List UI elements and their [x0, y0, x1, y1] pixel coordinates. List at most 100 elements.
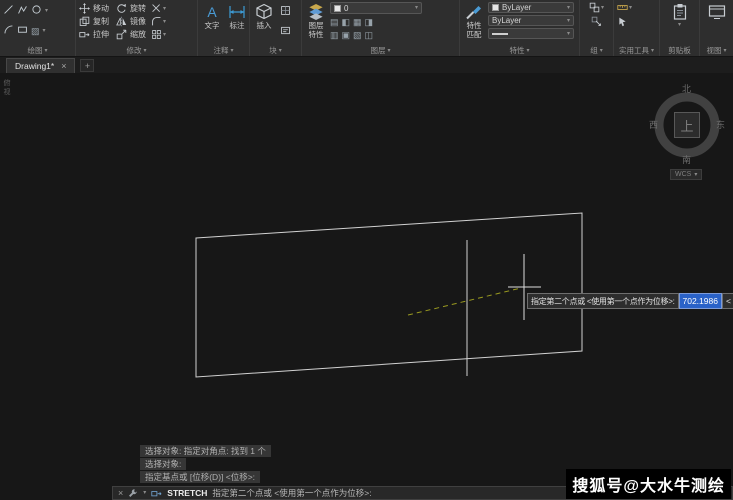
- dynamic-input-tooltip: 指定第二个点或 <使用第一个点作为位移>: 702.1986 < 12: [527, 293, 733, 309]
- panel-label-block[interactable]: 块 ▾: [250, 45, 301, 56]
- circle-button[interactable]: [31, 2, 42, 20]
- command-line-prompt[interactable]: 指定第二个点或 <使用第一个点作为位移>:: [212, 487, 371, 499]
- rectangle-icon: [17, 24, 28, 35]
- panel-label-groups[interactable]: 组 ▾: [580, 45, 613, 56]
- linetype-dropdown[interactable]: ByLayer ▾: [488, 15, 574, 26]
- viewcube-top-label: 上: [680, 116, 693, 135]
- layer-properties-button[interactable]: 图层特性: [305, 2, 327, 40]
- panel-view: 视图 ▾: [700, 0, 733, 56]
- trim-button[interactable]: ▾: [151, 3, 166, 14]
- copy-button[interactable]: 复制: [79, 15, 109, 28]
- panel-label-view[interactable]: 视图 ▾: [700, 45, 733, 56]
- panel-label-utilities[interactable]: 实用工具 ▾: [614, 45, 659, 56]
- rectangle-button[interactable]: [17, 22, 28, 40]
- object-color-dropdown[interactable]: ByLayer ▾: [488, 2, 574, 13]
- match-properties-icon: [465, 3, 483, 21]
- layer-dropdown[interactable]: 0 ▾: [330, 2, 422, 14]
- panel-groups: ▾ 组 ▾: [580, 0, 614, 56]
- command-bar-close-icon[interactable]: ×: [118, 489, 123, 498]
- layer-match-button[interactable]: ▥: [330, 30, 339, 40]
- layer-walk-button[interactable]: ▧: [353, 30, 362, 40]
- create-block-button[interactable]: [280, 3, 291, 21]
- view-tool-button[interactable]: [706, 2, 728, 22]
- quick-select-button[interactable]: [617, 16, 628, 27]
- wcs-caret-icon: ▾: [694, 172, 697, 178]
- copy-icon: [79, 16, 90, 27]
- dynamic-input-angle-field[interactable]: < 12: [722, 293, 733, 309]
- layer-properties-icon: [307, 3, 325, 21]
- viewcube-west[interactable]: 西: [649, 121, 658, 130]
- polyline-button[interactable]: [17, 2, 28, 20]
- ungroup-button[interactable]: [591, 16, 602, 27]
- color-dropdown-caret-icon: ▾: [567, 5, 570, 11]
- panel-label-layers[interactable]: 图层 ▾: [302, 45, 459, 56]
- circle-icon: [31, 4, 42, 15]
- measure-button[interactable]: ▾: [617, 2, 632, 13]
- arc-flyout-caret[interactable]: ▾: [43, 28, 46, 34]
- layer-off-button[interactable]: ▤: [330, 17, 339, 27]
- hatch-button[interactable]: ▨: [31, 26, 40, 36]
- rotate-button[interactable]: 旋转: [116, 2, 146, 15]
- panel-label-draw[interactable]: 绘图 ▾: [0, 45, 75, 56]
- scale-button[interactable]: 缩放: [116, 28, 146, 41]
- tab-close-icon[interactable]: ×: [61, 62, 66, 71]
- panel-caret-icon: ▾: [723, 48, 726, 54]
- mirror-button[interactable]: 镜像: [116, 15, 146, 28]
- panel-caret-icon: ▾: [651, 48, 654, 54]
- measure-icon: [617, 2, 628, 13]
- viewcube-south[interactable]: 南: [682, 156, 691, 165]
- current-layer-name: 0: [344, 4, 348, 13]
- text-button[interactable]: A 文字: [201, 2, 223, 32]
- panel-label-clipboard[interactable]: 剪贴板: [660, 45, 699, 56]
- move-button[interactable]: 移动: [79, 2, 109, 15]
- viewcube[interactable]: 北 西 东 南 上: [650, 85, 724, 165]
- recent-commands-caret-icon[interactable]: ▾: [143, 490, 146, 496]
- paste-button[interactable]: ▾: [669, 2, 691, 29]
- plus-icon: +: [85, 61, 90, 71]
- panel-label-properties-text: 特性: [509, 45, 524, 56]
- arc-button[interactable]: [3, 22, 14, 40]
- panel-label-annotate[interactable]: 注释 ▾: [198, 45, 249, 56]
- drawing-tab[interactable]: Drawing1* ×: [6, 58, 75, 73]
- circle-flyout-caret[interactable]: ▾: [45, 8, 48, 14]
- insert-label: 插入: [257, 22, 272, 31]
- fillet-button[interactable]: ▾: [151, 16, 166, 27]
- panel-draw: ▾ ▨ ▾ 绘图 ▾: [0, 0, 76, 56]
- line-button[interactable]: [3, 2, 14, 20]
- lineweight-dropdown[interactable]: ▾: [488, 28, 574, 39]
- viewcube-east[interactable]: 东: [716, 121, 725, 130]
- panel-label-modify[interactable]: 修改 ▾: [76, 45, 197, 56]
- layer-lock-button[interactable]: ▦: [353, 17, 362, 27]
- layer-freeze-button[interactable]: ◧: [342, 17, 351, 27]
- ungroup-icon: [591, 16, 602, 27]
- dynamic-input-distance-field[interactable]: 702.1986: [679, 293, 722, 309]
- dimension-button[interactable]: 标注: [226, 2, 248, 32]
- new-tab-button[interactable]: +: [80, 59, 94, 72]
- ribbon: ▾ ▨ ▾ 绘图 ▾ 移动: [0, 0, 733, 57]
- match-properties-label: 特性匹配: [466, 22, 483, 39]
- customize-wrench-icon[interactable]: [128, 488, 138, 498]
- layer-current-button[interactable]: ▣: [342, 30, 351, 40]
- viewcube-top-face[interactable]: 上: [674, 112, 700, 138]
- measure-caret-icon: ▾: [629, 5, 632, 11]
- stretch-button[interactable]: 拉伸: [79, 28, 109, 41]
- wcs-menu[interactable]: WCS ▾: [670, 169, 702, 180]
- command-history-line: 选择对象: 指定对角点: 找到 1 个: [140, 445, 271, 457]
- panel-caret-icon: ▾: [387, 48, 390, 54]
- text-label: 文字: [205, 22, 220, 31]
- array-button[interactable]: ▾: [151, 29, 166, 40]
- match-properties-button[interactable]: 特性匹配: [463, 2, 485, 40]
- object-color-value: ByLayer: [502, 3, 531, 12]
- panel-label-properties[interactable]: 特性 ▾: [460, 45, 579, 56]
- panel-label-groups-text: 组: [590, 45, 598, 56]
- layer-isolate-button[interactable]: ◨: [365, 17, 374, 27]
- active-command-icon: [151, 488, 162, 499]
- active-command-name: STRETCH: [167, 488, 207, 498]
- group-button[interactable]: ▾: [589, 2, 604, 13]
- panel-label-view-text: 视图: [706, 45, 721, 56]
- viewcube-north[interactable]: 北: [682, 85, 691, 94]
- edit-attributes-button[interactable]: [280, 23, 291, 41]
- insert-block-button[interactable]: 插入: [253, 2, 275, 32]
- drawing-canvas[interactable]: 俯视 北 西 东 南 上 WCS ▾: [0, 73, 733, 500]
- layer-merge-button[interactable]: ◫: [365, 30, 374, 40]
